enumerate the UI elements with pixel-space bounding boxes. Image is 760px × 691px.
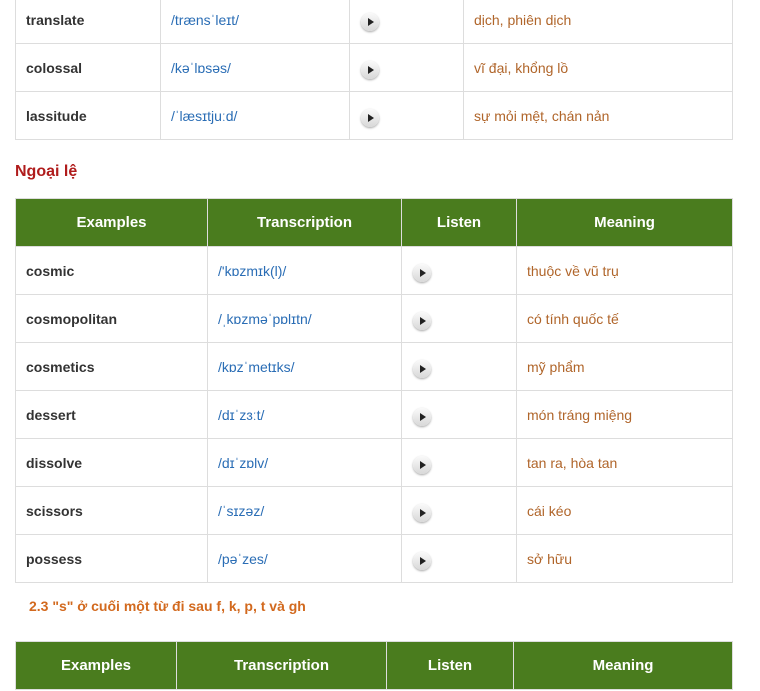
- meaning: vĩ đại, khổng lồ: [463, 43, 733, 92]
- word: colossal: [15, 43, 161, 92]
- listen-cell: [349, 91, 464, 140]
- word: cosmetics: [15, 342, 208, 391]
- meaning: dịch, phiên dịch: [463, 0, 733, 44]
- table-row: cosmetics/kɒzˈmetɪks/mỹ phẩm: [15, 342, 733, 391]
- table-row: colossal/kəˈlɒsəs/vĩ đại, khổng lồ: [15, 43, 733, 92]
- transcription: /trænsˈleɪt/: [160, 0, 350, 44]
- table-row: cosmopolitan/ˌkɒzməˈpɒlɪtn/có tính quốc …: [15, 294, 733, 343]
- word: possess: [15, 534, 208, 583]
- meaning: thuộc về vũ trụ: [516, 246, 733, 295]
- meaning: món tráng miệng: [516, 390, 733, 439]
- word: cosmopolitan: [15, 294, 208, 343]
- transcription: /ˈsɪzəz/: [207, 486, 402, 535]
- word: translate: [15, 0, 161, 44]
- transcription: /ˈlæsɪtjuːd/: [160, 91, 350, 140]
- header-examples: Examples: [15, 198, 208, 247]
- header-listen: Listen: [386, 641, 514, 690]
- play-audio-icon[interactable]: [361, 60, 379, 79]
- transcription: /dɪˈzɜːt/: [207, 390, 402, 439]
- table-header-row: Examples Transcription Listen Meaning: [15, 641, 733, 690]
- header-listen: Listen: [401, 198, 517, 247]
- exceptions-heading: Ngoại lệ: [15, 163, 78, 180]
- listen-cell: [401, 534, 517, 583]
- table-row: possess/pəˈzes/sở hữu: [15, 534, 733, 583]
- transcription: /'kɒzmɪk(l)/: [207, 246, 402, 295]
- transcription: /pəˈzes/: [207, 534, 402, 583]
- listen-cell: [401, 438, 517, 487]
- meaning: có tính quốc tế: [516, 294, 733, 343]
- meaning: mỹ phẩm: [516, 342, 733, 391]
- table-row: scissors/ˈsɪzəz/cái kéo: [15, 486, 733, 535]
- word: lassitude: [15, 91, 161, 140]
- meaning: sự mỏi mệt, chán nản: [463, 91, 733, 140]
- table-row: translate/trænsˈleɪt/dịch, phiên dịch: [15, 0, 733, 44]
- vocab-table-1: translate/trænsˈleɪt/dịch, phiên dịch col…: [15, 0, 733, 140]
- vocab-table-3: Examples Transcription Listen Meaning: [15, 641, 733, 690]
- play-audio-icon[interactable]: [413, 551, 431, 570]
- meaning: tan ra, hòa tan: [516, 438, 733, 487]
- table-row: lassitude/ˈlæsɪtjuːd/sự mỏi mệt, chán nả…: [15, 91, 733, 140]
- table-row: cosmic/'kɒzmɪk(l)/ thuộc về vũ trụ: [15, 246, 733, 295]
- transcription: /kəˈlɒsəs/: [160, 43, 350, 92]
- transcription: /dɪˈzɒlv/: [207, 438, 402, 487]
- play-audio-icon[interactable]: [413, 263, 431, 282]
- header-meaning: Meaning: [513, 641, 733, 690]
- transcription: /kɒzˈmetɪks/: [207, 342, 402, 391]
- exceptions-table: Examples Transcription Listen Meaning co…: [15, 198, 733, 583]
- listen-cell: [401, 486, 517, 535]
- table-row: dessert/dɪˈzɜːt/món tráng miệng: [15, 390, 733, 439]
- play-audio-icon[interactable]: [413, 503, 431, 522]
- word: dessert: [15, 390, 208, 439]
- header-meaning: Meaning: [516, 198, 733, 247]
- section-heading: 2.3 "s" ở cuối một từ đi sau f, k, p, t …: [29, 598, 306, 614]
- header-transcription: Transcription: [176, 641, 387, 690]
- header-examples: Examples: [15, 641, 177, 690]
- listen-cell: [401, 294, 517, 343]
- meaning: cái kéo: [516, 486, 733, 535]
- meaning: sở hữu: [516, 534, 733, 583]
- play-audio-icon[interactable]: [361, 12, 379, 31]
- listen-cell: [401, 342, 517, 391]
- listen-cell: [349, 43, 464, 92]
- play-audio-icon[interactable]: [413, 455, 431, 474]
- header-transcription: Transcription: [207, 198, 402, 247]
- word: dissolve: [15, 438, 208, 487]
- word: cosmic: [15, 246, 208, 295]
- table-header-row: Examples Transcription Listen Meaning: [15, 198, 733, 247]
- word: scissors: [15, 486, 208, 535]
- listen-cell: [401, 246, 517, 295]
- table-row: dissolve/dɪˈzɒlv/tan ra, hòa tan: [15, 438, 733, 487]
- listen-cell: [349, 0, 464, 44]
- play-audio-icon[interactable]: [413, 359, 431, 378]
- play-audio-icon[interactable]: [413, 311, 431, 330]
- transcription: /ˌkɒzməˈpɒlɪtn/: [207, 294, 402, 343]
- listen-cell: [401, 390, 517, 439]
- play-audio-icon[interactable]: [361, 108, 379, 127]
- play-audio-icon[interactable]: [413, 407, 431, 426]
